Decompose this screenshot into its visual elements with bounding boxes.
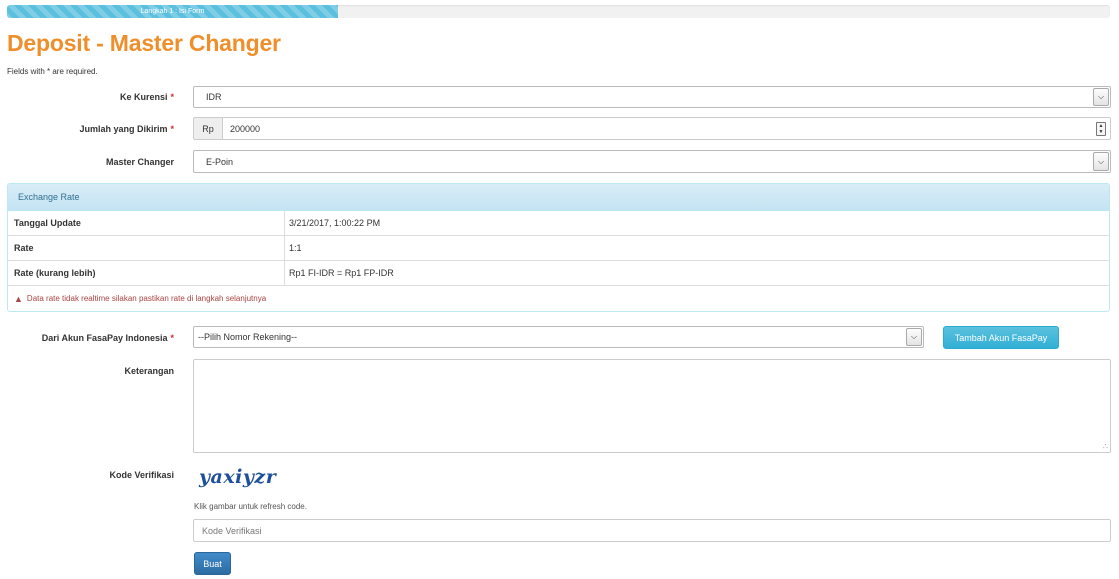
captcha-hint: Klik gambar untuk refresh code. [194, 502, 307, 511]
resize-grip-icon[interactable]: ∴ [1103, 442, 1108, 451]
required-star: * [170, 92, 174, 102]
changer-label: Master Changer [105, 157, 174, 167]
notes-textarea[interactable]: ∴ [193, 359, 1111, 453]
exchange-rate-panel: Exchange Rate Tanggal Update 3/21/2017, … [7, 183, 1110, 312]
amount-input-group: Rp 200000 ▲ ▼ [193, 117, 1111, 140]
rate-key: Rate (kurang lebih) [8, 261, 285, 285]
amount-label-text: Jumlah yang Dikirim [79, 124, 168, 134]
panel-title: Exchange Rate [8, 184, 1109, 211]
rate-value: 1:1 [289, 243, 302, 253]
progress-fill: Langkah 1 : Isi Form [7, 5, 338, 18]
rate-value: 3/21/2017, 1:00:22 PM [289, 218, 381, 228]
chevron-down-icon[interactable]: ⌵ [1093, 88, 1109, 106]
rate-key: Rate [8, 236, 285, 260]
required-star: * [170, 333, 174, 343]
amount-label: Jumlah yang Dikirim * [79, 124, 174, 134]
warning-triangle-icon: ▲ [14, 293, 23, 304]
account-select-value: --Pilih Nomor Rekening-- [198, 332, 298, 342]
table-row: Rate 1:1 [8, 236, 1109, 261]
verification-label: Kode Verifikasi [109, 470, 174, 480]
page-title: Deposit - Master Changer [7, 30, 281, 56]
currency-label-text: Ke Kurensi [119, 92, 168, 102]
currency-prefix: Rp [193, 117, 223, 140]
table-row: Tanggal Update 3/21/2017, 1:00:22 PM [8, 211, 1109, 236]
notes-label: Keterangan [124, 366, 174, 376]
rate-key: Tanggal Update [8, 211, 285, 235]
account-label: Dari Akun FasaPay Indonesia * [42, 333, 174, 343]
account-label-text: Dari Akun FasaPay Indonesia [41, 333, 168, 343]
progress-bar: Langkah 1 : Isi Form [7, 5, 1110, 18]
warning-text: Data rate tidak realtime silakan pastika… [26, 294, 267, 303]
currency-select[interactable]: IDR ⌵ [193, 86, 1111, 108]
rate-warning: ▲ Data rate tidak realtime silakan pasti… [8, 286, 1109, 311]
verification-code-input[interactable] [193, 519, 1111, 542]
add-account-button[interactable]: Tambah Akun FasaPay [943, 326, 1059, 349]
number-spinner-icon[interactable]: ▲ ▼ [1096, 122, 1106, 136]
captcha-image[interactable]: yaxiyzr [199, 466, 276, 488]
rate-value: Rp1 FI-IDR = Rp1 FP-IDR [289, 268, 394, 278]
amount-value: 200000 [230, 123, 261, 134]
table-row: Rate (kurang lebih) Rp1 FI-IDR = Rp1 FP-… [8, 261, 1109, 286]
changer-select-value: E-Poin [206, 156, 234, 167]
required-note: Fields with * are required. [7, 67, 98, 76]
amount-input[interactable]: 200000 ▲ ▼ [223, 117, 1111, 140]
account-select[interactable]: --Pilih Nomor Rekening-- ⌵ [193, 326, 924, 348]
submit-button[interactable]: Buat [194, 552, 231, 575]
currency-label: Ke Kurensi * [120, 92, 174, 102]
changer-select[interactable]: E-Poin ⌵ [193, 150, 1111, 173]
chevron-down-icon[interactable]: ⌵ [906, 328, 922, 346]
required-star: * [170, 124, 174, 134]
currency-select-value: IDR [206, 92, 222, 102]
chevron-down-icon[interactable]: ⌵ [1093, 152, 1109, 171]
